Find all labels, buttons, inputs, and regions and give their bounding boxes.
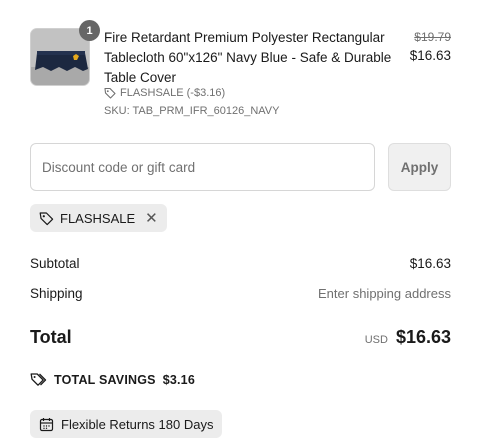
total-row: Total USD $16.63 (30, 327, 451, 348)
tag-icon (104, 87, 116, 99)
shipping-row: Shipping Enter shipping address (30, 286, 451, 301)
shipping-value: Enter shipping address (318, 286, 451, 301)
product-sku: SKU: TAB_PRM_IFR_60126_NAVY (104, 105, 280, 117)
quantity-badge: 1 (79, 20, 100, 41)
subtotal-value: $16.63 (409, 256, 451, 271)
total-savings: TOTAL SAVINGS $3.16 (30, 372, 195, 387)
subtotal-label: Subtotal (30, 256, 80, 271)
shipping-label: Shipping (30, 286, 83, 301)
applied-discount-code: FLASHSALE (60, 210, 136, 226)
discount-code-input[interactable] (30, 143, 375, 191)
close-icon[interactable]: ✕ (145, 209, 158, 227)
item-discount-line: FLASHSALE (-$3.16) (104, 87, 225, 99)
cart-line-item: 1 Fire Retardant Premium Polyester Recta… (30, 20, 451, 123)
total-label: Total (30, 327, 72, 347)
subtotal-row: Subtotal $16.63 (30, 256, 451, 271)
currency-code: USD (364, 334, 388, 346)
applied-discount-chip: FLASHSALE ✕ (30, 204, 167, 232)
item-discount-label: FLASHSALE (-$3.16) (120, 87, 226, 99)
returns-label: Flexible Returns 180 Days (61, 416, 214, 432)
tags-icon (30, 373, 47, 386)
returns-badge: Flexible Returns 180 Days (30, 410, 223, 438)
tag-icon (39, 211, 54, 225)
total-value: $16.63 (395, 327, 451, 347)
calendar-icon (39, 417, 54, 431)
compare-at-price: $19.79 (414, 30, 451, 44)
apply-discount-button[interactable]: Apply (388, 143, 451, 191)
item-price: $16.63 (409, 48, 451, 63)
product-thumbnail-wrap: 1 (30, 20, 100, 88)
total-amount-group: USD $16.63 (365, 327, 451, 348)
product-title: Fire Retardant Premium Polyester Rectang… (104, 30, 392, 85)
savings-value: $3.16 (162, 372, 195, 387)
savings-label: TOTAL SAVINGS (54, 372, 156, 387)
